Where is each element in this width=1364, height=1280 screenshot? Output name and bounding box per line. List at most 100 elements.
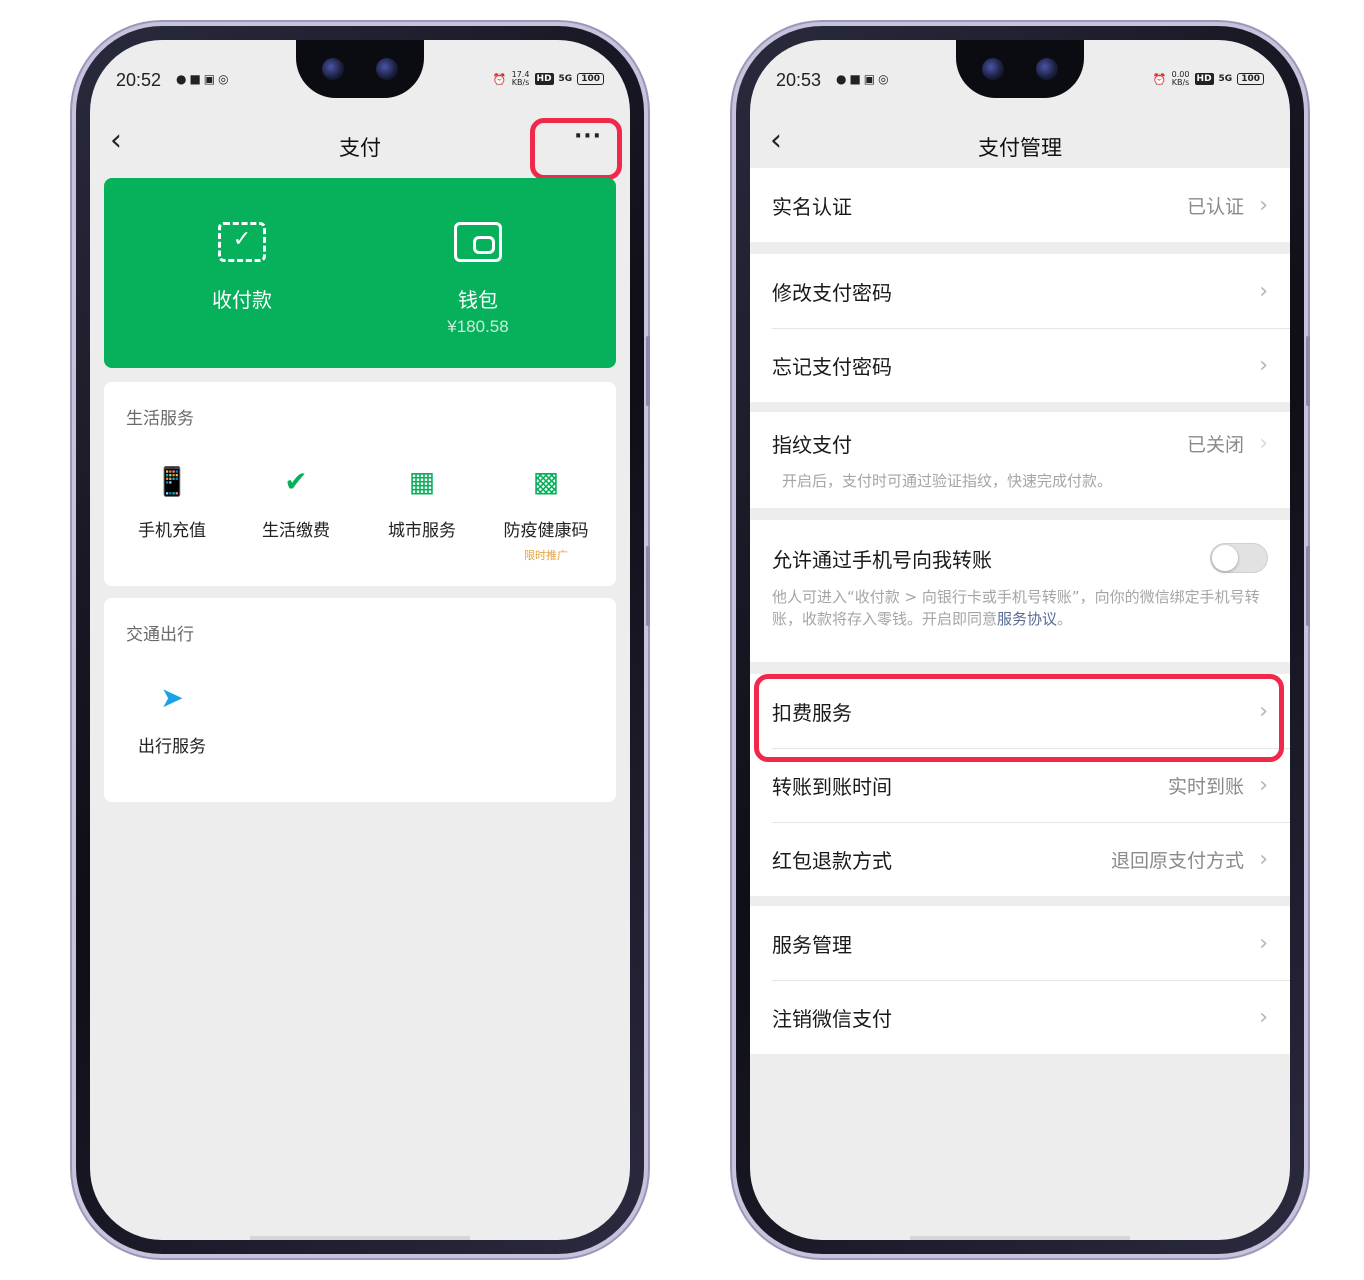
real-name-row[interactable]: 实名认证 已认证 › (750, 168, 1290, 242)
service-label: 生活缴费 (262, 521, 330, 541)
utility-bill-item[interactable]: ✔ 生活缴费 (234, 462, 358, 541)
wallet-button[interactable]: 钱包 ¥180.58 (398, 222, 558, 337)
side-button (646, 546, 650, 626)
section-title: 交通出行 (126, 625, 194, 645)
camera-icon (1036, 58, 1058, 80)
service-label: 防疫健康码 (503, 521, 589, 541)
service-group: 服务管理 › 注销微信支付 › (750, 906, 1290, 1054)
page-title: 支付 (339, 136, 381, 160)
phone-transfer-description: 他人可进入“收付款 > 向银行卡或手机号转账”，向你的微信绑定手机号转账，收款将… (772, 586, 1268, 630)
promo-badge: 限时推广 (524, 549, 568, 562)
right-screen: 20:53 ●■▣◎ ⏰ 0.00 KB/s HD 5G 100 ‹ 支付管理 … (750, 40, 1290, 1240)
toggle-knob (1212, 545, 1238, 571)
camera-icon (376, 58, 398, 80)
row-value: 退回原支付方式 (1110, 849, 1244, 872)
alarm-icon: ⏰ (1152, 72, 1167, 86)
net-speed: 0.00 KB/s (1171, 70, 1190, 87)
right-phone-frame: 20:53 ●■▣◎ ⏰ 0.00 KB/s HD 5G 100 ‹ 支付管理 … (736, 26, 1310, 1254)
status-time: 20:52 (116, 70, 162, 90)
camera-icon (982, 58, 1004, 80)
change-password-row[interactable]: 修改支付密码 › (750, 254, 1290, 328)
refund-method-row[interactable]: 红包退款方式 退回原支付方式 › (750, 822, 1290, 896)
row-label: 红包退款方式 (772, 848, 892, 873)
row-label: 实名认证 (772, 194, 852, 219)
service-management-row[interactable]: 服务管理 › (750, 906, 1290, 980)
scan-pay-button[interactable]: 收付款 (162, 222, 322, 313)
phone-recharge-item[interactable]: 📱 手机充值 (110, 462, 234, 541)
deduction-service-row[interactable]: 扣费服务 › (750, 674, 1290, 748)
row-label: 服务管理 (772, 932, 852, 957)
phone-transfer-row: 允许通过手机号向我转账 (750, 520, 1290, 596)
service-agreement-link[interactable]: 服务协议 (997, 610, 1057, 628)
net-speed: 17.4 KB/s (511, 70, 530, 87)
signal-icon: 5G (1218, 74, 1233, 84)
scan-pay-label: 收付款 (212, 288, 272, 312)
row-label: 注销微信支付 (772, 1006, 892, 1031)
status-icons: ⏰ 17.4 KB/s HD 5G 100 (493, 71, 604, 87)
health-code-item[interactable]: ▩ 防疫健康码 限时推广 (484, 462, 608, 563)
scan-pay-icon (218, 222, 266, 262)
utility-bill-icon: ✔ (284, 465, 308, 498)
section-title: 生活服务 (126, 409, 194, 429)
row-value: 已关闭 (1186, 433, 1244, 456)
camera-icon (322, 58, 344, 80)
cancel-wechat-pay-row[interactable]: 注销微信支付 › (750, 980, 1290, 1054)
city-service-icon: ▦ (408, 465, 436, 498)
qr-code-icon: ▩ (532, 465, 560, 498)
chevron-right-icon: › (1259, 1004, 1268, 1030)
hd-icon: HD (534, 73, 554, 85)
hd-icon: HD (1194, 73, 1214, 85)
status-time: 20:53 (776, 70, 822, 90)
side-button (646, 336, 650, 406)
alarm-icon: ⏰ (492, 72, 507, 86)
phone-transfer-group: 允许通过手机号向我转账 他人可进入“收付款 > 向银行卡或手机号转账”，向你的微… (750, 520, 1290, 662)
row-label: 允许通过手机号向我转账 (772, 547, 992, 572)
phone-transfer-toggle[interactable] (1210, 543, 1268, 573)
side-button (1306, 546, 1310, 626)
service-label: 出行服务 (138, 737, 206, 757)
deduction-group: 扣费服务 › 转账到账时间 实时到账 › 红包退款方式 退回原支付方式 › (750, 674, 1290, 896)
status-icons: ⏰ 0.00 KB/s HD 5G 100 (1153, 71, 1264, 87)
fingerprint-row[interactable]: 指纹支付 已关闭 › (750, 412, 1290, 474)
payment-quick-card: 收付款 钱包 ¥180.58 (104, 178, 616, 368)
wallet-label: 钱包 (458, 288, 498, 312)
camera-notch (296, 40, 424, 98)
chevron-right-icon: › (1259, 352, 1268, 378)
row-value: 实时到账 (1167, 775, 1244, 798)
battery-icon: 100 (1237, 73, 1264, 85)
battery-icon: 100 (577, 73, 604, 85)
wallet-balance: ¥180.58 (447, 317, 509, 336)
notification-icons: ●■▣◎ (176, 72, 232, 86)
city-service-item[interactable]: ▦ 城市服务 (360, 462, 484, 541)
phone-recharge-icon: 📱 (154, 465, 190, 498)
page-title: 支付管理 (978, 136, 1062, 160)
chevron-right-icon: › (1259, 772, 1268, 798)
signal-icon: 5G (558, 74, 573, 84)
password-group: 修改支付密码 › 忘记支付密码 › (750, 254, 1290, 402)
chevron-right-icon: › (1259, 930, 1268, 956)
notification-icons: ●■▣◎ (836, 72, 892, 86)
row-value: 已认证 (1186, 195, 1244, 218)
navigation-icon: ➤ (160, 681, 184, 714)
transfer-time-row[interactable]: 转账到账时间 实时到账 › (750, 748, 1290, 822)
camera-notch (956, 40, 1084, 98)
transport-card: 交通出行 ➤ 出行服务 (104, 598, 616, 802)
row-label: 忘记支付密码 (772, 354, 892, 379)
fingerprint-description: 开启后，支付时可通过验证指纹，快速完成付款。 (782, 472, 1113, 490)
left-screen: 20:52 ●■▣◎ ⏰ 17.4 KB/s HD 5G 100 ‹ 支付 ··… (90, 40, 630, 1240)
travel-service-item[interactable]: ➤ 出行服务 (110, 678, 234, 757)
nav-bar: ‹ 支付管理 (750, 112, 1290, 174)
chevron-right-icon: › (1259, 698, 1268, 724)
description-end: 。 (1057, 610, 1073, 628)
service-label: 手机充值 (138, 521, 206, 541)
chevron-right-icon: › (1259, 278, 1268, 304)
home-indicator (910, 1236, 1130, 1240)
nav-bar: ‹ 支付 ··· (90, 112, 630, 174)
forgot-password-row[interactable]: 忘记支付密码 › (750, 328, 1290, 402)
more-button[interactable]: ··· (568, 124, 608, 158)
wallet-icon (454, 222, 502, 262)
row-label: 指纹支付 (772, 432, 852, 457)
service-label: 城市服务 (388, 521, 456, 541)
chevron-right-icon: › (1259, 192, 1268, 218)
side-button (1306, 336, 1310, 406)
